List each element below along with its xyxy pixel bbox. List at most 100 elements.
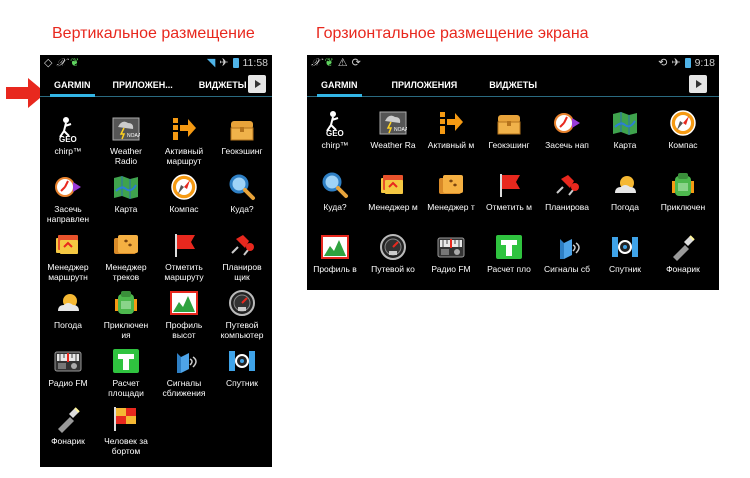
app-label: Профиль высот <box>165 320 203 340</box>
app-sight-n-go[interactable]: Засечь направлен <box>40 173 96 224</box>
app-track-manager[interactable]: Менеджер т <box>423 171 479 213</box>
app-weather[interactable]: Погода <box>597 171 653 213</box>
app-label: Путевой ко <box>371 265 415 274</box>
play-store-icon[interactable] <box>248 75 266 93</box>
app-weather-radio[interactable]: NOAA Weather Radio <box>98 115 154 166</box>
diamond-icon: ◇ <box>44 56 53 69</box>
app-map[interactable]: Карта <box>98 173 154 215</box>
sight-n-go-icon <box>553 109 581 137</box>
weather-icon <box>611 171 639 199</box>
app-trip-computer[interactable]: Путевой компьютер <box>214 289 270 340</box>
app-adventures[interactable]: Приключен <box>655 171 711 213</box>
app-label: Сигналы сб <box>544 265 590 274</box>
proximity-alarm-icon <box>170 347 198 375</box>
app-satellite[interactable]: Спутник <box>214 347 270 389</box>
app-elevation-profile[interactable]: Профиль высот <box>156 289 212 340</box>
tab-garmin[interactable]: GARMIN <box>315 71 364 99</box>
ant-logo-icon: 𝒳 <box>56 56 66 69</box>
app-compass[interactable]: Компас <box>655 109 711 151</box>
app-trip-computer[interactable]: Путевой ко <box>365 233 421 275</box>
map-icon <box>611 109 639 137</box>
app-magnifier[interactable]: Куда? <box>214 173 270 215</box>
horizontal-caption: Горзионтальное размещение экрана <box>316 25 589 42</box>
svg-text:NOAA: NOAA <box>394 127 407 133</box>
app-adventures[interactable]: Приключен ия <box>98 289 154 340</box>
treasure-chest-icon <box>228 115 256 143</box>
tab-apps[interactable]: ПРИЛОЖЕН... <box>107 71 179 99</box>
app-label: Человек за бортом <box>104 436 148 456</box>
app-chirp-geo[interactable]: GEO chirp™ <box>40 115 96 157</box>
app-flashlight[interactable]: Фонарик <box>655 233 711 275</box>
airplane-icon: ✈ <box>219 56 229 69</box>
tab-bar: GARMIN ПРИЛОЖЕН... ВИДЖЕТЫ <box>40 71 272 99</box>
app-satellite[interactable]: Спутник <box>597 233 653 275</box>
sync-icon: ⟳ <box>351 56 361 69</box>
app-label: Планиров щик <box>222 262 262 282</box>
vertical-screen: ◇ 𝒳 ❦ ◥ ✈ 11:58 GARMIN ПРИЛОЖЕН... ВИДЖЕ… <box>40 55 272 467</box>
tab-bar: GARMIN ПРИЛОЖЕНИЯ ВИДЖЕТЫ <box>307 71 719 99</box>
chirp-geo-icon: GEO <box>321 109 349 138</box>
app-route-manager[interactable]: Менеджер маршрутн <box>40 231 96 282</box>
tab-widgets[interactable]: ВИДЖЕТЫ <box>483 71 543 99</box>
planner-pins-icon <box>228 231 256 259</box>
app-mark-waypoint[interactable]: Отметить м <box>481 171 537 213</box>
app-area-calc[interactable]: Расчет пло <box>481 233 537 275</box>
app-planner-pins[interactable]: Планиров щик <box>214 231 270 282</box>
app-active-route[interactable]: Активный м <box>423 109 479 151</box>
app-label: Куда? <box>230 204 254 214</box>
app-treasure-chest[interactable]: Геокэшинг <box>481 109 537 151</box>
play-store-icon[interactable] <box>689 75 707 93</box>
status-bar: ◇ 𝒳 ❦ ◥ ✈ 11:58 <box>40 55 272 71</box>
app-active-route[interactable]: Активный маршрут <box>156 115 212 166</box>
fm-radio-icon <box>437 233 465 261</box>
battery-icon <box>684 58 691 68</box>
app-sight-n-go[interactable]: Засечь нап <box>539 109 595 151</box>
app-proximity-alarm[interactable]: Сигналы сб <box>539 233 595 275</box>
tab-widgets[interactable]: ВИДЖЕТЫ <box>193 71 253 99</box>
app-label: Куда? <box>323 203 347 212</box>
planner-pins-icon <box>553 171 581 199</box>
app-mark-waypoint[interactable]: Отметить маршруту <box>156 231 212 282</box>
app-label: chirp™ <box>54 146 82 156</box>
app-magnifier[interactable]: Куда? <box>307 171 363 213</box>
app-man-overboard[interactable]: Человек за бортом <box>98 405 154 456</box>
active-route-icon <box>437 109 465 137</box>
app-chirp-geo[interactable]: GEO chirp™ <box>307 109 363 151</box>
adventures-icon <box>669 171 697 199</box>
app-flashlight[interactable]: Фонарик <box>40 405 96 447</box>
app-weather[interactable]: Погода <box>40 289 96 331</box>
app-label: Планирова <box>545 203 589 212</box>
app-route-manager[interactable]: Менеджер м <box>365 171 421 213</box>
app-label: Профиль в <box>313 265 357 274</box>
app-track-manager[interactable]: Менеджер треков <box>98 231 154 282</box>
track-manager-icon <box>112 231 140 259</box>
weather-icon <box>54 289 82 317</box>
mark-waypoint-icon <box>495 171 523 199</box>
route-manager-icon <box>379 171 407 199</box>
adventures-icon <box>112 289 140 317</box>
magnifier-icon <box>228 173 256 201</box>
flashlight-icon <box>54 405 82 433</box>
app-proximity-alarm[interactable]: Сигналы сближения <box>156 347 212 398</box>
app-label: Компас <box>169 204 199 214</box>
app-fm-radio[interactable]: Радио FM <box>423 233 479 275</box>
status-time: 11:58 <box>242 57 269 69</box>
app-elevation-profile[interactable]: Профиль в <box>307 233 363 275</box>
app-treasure-chest[interactable]: Геокэшинг <box>214 115 270 157</box>
compass-icon <box>669 109 697 137</box>
wifi-icon: ◥ <box>206 56 216 69</box>
app-weather-radio[interactable]: NOAA Weather Ra <box>365 109 421 151</box>
elevation-profile-icon <box>321 233 349 261</box>
sight-n-go-icon <box>54 173 82 201</box>
route-manager-icon <box>54 231 82 259</box>
tab-apps[interactable]: ПРИЛОЖЕНИЯ <box>386 71 464 99</box>
app-compass[interactable]: Компас <box>156 173 212 215</box>
app-label: chirp™ <box>321 141 349 150</box>
app-area-calc[interactable]: Расчет площади <box>98 347 154 398</box>
app-fm-radio[interactable]: Радио FM <box>40 347 96 389</box>
tab-garmin[interactable]: GARMIN <box>48 71 97 99</box>
chirp-geo-icon: GEO <box>54 115 82 144</box>
app-label: Радио FM <box>48 378 88 388</box>
app-map[interactable]: Карта <box>597 109 653 151</box>
app-planner-pins[interactable]: Планирова <box>539 171 595 213</box>
